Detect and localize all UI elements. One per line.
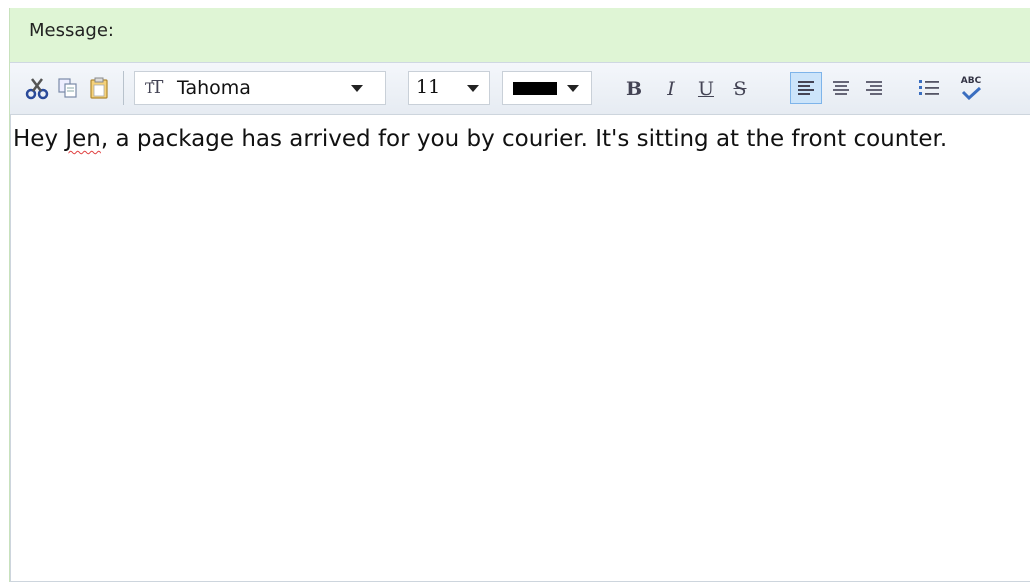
formatting-toolbar: TT Tahoma 11 B I U S ABC <box>10 62 1030 115</box>
font-family-value: Tahoma <box>177 77 251 99</box>
chevron-down-icon <box>467 85 479 92</box>
checkmark-icon <box>961 86 982 100</box>
message-text: Hey <box>13 126 66 152</box>
message-header: Message: <box>10 8 1030 58</box>
align-left-icon <box>798 81 814 95</box>
chevron-down-icon <box>567 85 579 92</box>
bullet-list-button[interactable] <box>915 75 943 101</box>
bullet-list-icon <box>919 80 939 95</box>
align-right-icon <box>866 81 882 95</box>
message-body: Hey Jen, a package has arrived for you b… <box>13 122 1003 156</box>
cut-button[interactable] <box>24 75 50 101</box>
message-label: Message: <box>29 20 114 41</box>
text-color-swatch <box>513 82 557 95</box>
spellcheck-button[interactable]: ABC <box>956 72 986 104</box>
font-icon: TT <box>145 77 164 98</box>
toolbar-separator <box>123 71 124 105</box>
strikethrough-button[interactable]: S <box>727 75 753 103</box>
underline-label: U <box>697 78 714 100</box>
text-color-dropdown[interactable] <box>502 71 592 105</box>
font-size-dropdown[interactable]: 11 <box>408 71 490 105</box>
align-left-button[interactable] <box>790 72 822 104</box>
message-text: , a package has arrived for you by couri… <box>100 126 948 152</box>
copy-icon <box>58 78 77 98</box>
italic-button[interactable]: I <box>658 75 684 103</box>
italic-label: I <box>667 78 675 100</box>
message-panel: Message: TT Tahoma 11 B I U S ABC Hey Je… <box>9 8 1030 582</box>
paste-button[interactable] <box>86 75 112 101</box>
font-size-value: 11 <box>416 76 441 98</box>
misspelled-word: Jen <box>65 126 101 152</box>
bold-button[interactable]: B <box>621 75 647 103</box>
underline-button[interactable]: U <box>693 75 719 103</box>
copy-button[interactable] <box>55 75 81 101</box>
font-family-dropdown[interactable]: TT Tahoma <box>134 71 386 105</box>
message-editor[interactable]: Hey Jen, a package has arrived for you b… <box>10 114 1030 582</box>
bold-label: B <box>625 78 643 100</box>
spellcheck-icon: ABC <box>960 76 982 86</box>
chevron-down-icon <box>351 85 363 92</box>
align-center-button[interactable] <box>828 75 854 101</box>
scissors-icon <box>25 78 49 100</box>
paste-icon <box>90 77 108 99</box>
strikethrough-label: S <box>733 78 747 100</box>
align-right-button[interactable] <box>861 75 887 101</box>
align-center-icon <box>833 81 849 95</box>
